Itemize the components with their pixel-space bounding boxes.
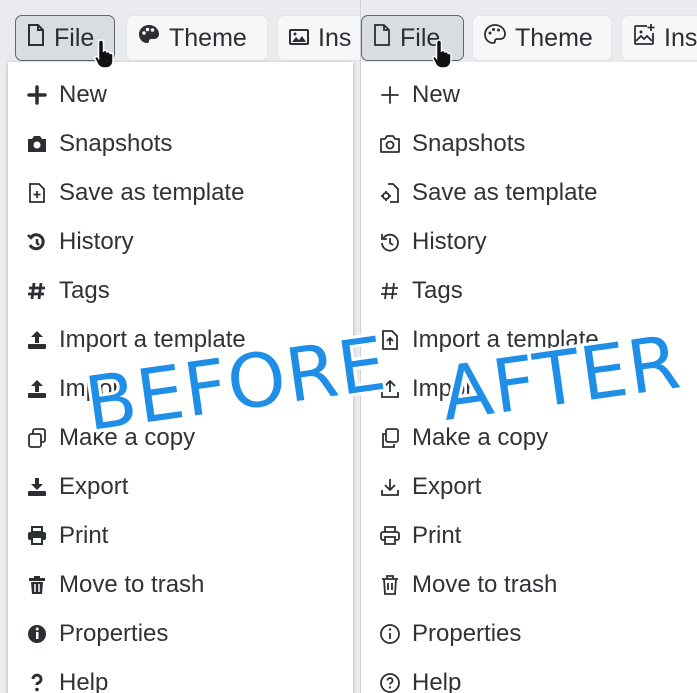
palette-icon (483, 23, 507, 54)
hashtag-icon (378, 279, 402, 303)
menu-item-tags[interactable]: Tags (8, 270, 353, 312)
menu-item-label: Snapshots (59, 130, 173, 157)
theme-menu-label: Theme (169, 23, 247, 52)
file-icon (372, 23, 392, 53)
insert-menu-label: Ins (664, 23, 697, 52)
upload-icon (25, 328, 49, 352)
menu-item-tags[interactable]: Tags (361, 270, 697, 312)
download-icon (378, 475, 402, 499)
insert-menu-button[interactable]: Ins (621, 15, 697, 61)
menu-item-properties[interactable]: Properties (8, 613, 353, 655)
menu-item-label: Help (412, 669, 462, 693)
menu-item-snapshots[interactable]: Snapshots (361, 123, 697, 165)
menu-item-label: Export (412, 473, 482, 500)
trash-icon (378, 573, 402, 597)
hand-cursor-icon (94, 39, 114, 69)
menu-item-save-as-template[interactable]: Save as template (361, 172, 697, 214)
menu-item-label: New (412, 81, 461, 108)
menu-item-properties[interactable]: Properties (361, 613, 697, 655)
menu-item-label: Export (59, 473, 129, 500)
menu-item-help[interactable]: Help (361, 662, 697, 693)
menu-item-help[interactable]: Help (8, 662, 353, 693)
menu-item-label: History (412, 228, 487, 255)
menu-item-history[interactable]: History (361, 221, 697, 263)
toolbar: File Theme Ins (0, 0, 360, 62)
menu-item-export[interactable]: Export (8, 466, 353, 508)
theme-menu-button[interactable]: Theme (472, 15, 612, 61)
file-icon (26, 23, 46, 53)
menu-item-label: Move to trash (59, 571, 205, 598)
menu-item-label: History (59, 228, 134, 255)
menu-item-save-as-template[interactable]: Save as template (8, 172, 353, 214)
file-plus-icon (25, 181, 49, 205)
menu-item-label: Help (59, 669, 109, 693)
trash-icon (25, 573, 49, 597)
menu-item-label: Print (59, 522, 109, 549)
insert-menu-button[interactable]: Ins (277, 15, 360, 61)
insert-menu-label: Ins (318, 23, 352, 52)
file-menu-label: File (54, 23, 95, 52)
copy-icon (378, 426, 402, 450)
plus-icon (25, 83, 49, 107)
upload-icon (25, 377, 49, 401)
menu-item-print[interactable]: Print (361, 515, 697, 557)
theme-menu-label: Theme (515, 23, 593, 52)
menu-item-label: Print (412, 522, 462, 549)
printer-icon (378, 524, 402, 548)
image-icon (288, 24, 310, 53)
menu-item-print[interactable]: Print (8, 515, 353, 557)
download-icon (25, 475, 49, 499)
question-icon (378, 671, 402, 693)
copy-icon (25, 426, 49, 450)
menu-item-label: Tags (412, 277, 463, 304)
menu-item-label: Properties (59, 620, 169, 647)
history-icon (25, 230, 49, 254)
palette-icon (137, 23, 161, 54)
hashtag-icon (25, 279, 49, 303)
menu-item-move-to-trash[interactable]: Move to trash (361, 564, 697, 606)
plus-icon (378, 83, 402, 107)
history-icon (378, 230, 402, 254)
menu-item-history[interactable]: History (8, 221, 353, 263)
menu-item-label: New (59, 81, 108, 108)
theme-menu-button[interactable]: Theme (126, 15, 268, 61)
menu-item-new[interactable]: New (361, 74, 697, 116)
file-settings-icon (378, 181, 402, 205)
menu-item-move-to-trash[interactable]: Move to trash (8, 564, 353, 606)
camera-icon (25, 132, 49, 156)
menu-item-label: Snapshots (412, 130, 526, 157)
menu-item-label: Move to trash (412, 571, 558, 598)
printer-icon (25, 524, 49, 548)
question-icon (25, 671, 49, 693)
menu-item-new[interactable]: New (8, 74, 353, 116)
hand-cursor-icon (432, 39, 452, 69)
menu-item-label: Properties (412, 620, 522, 647)
menu-item-label: Tags (59, 277, 110, 304)
menu-item-export[interactable]: Export (361, 466, 697, 508)
menu-item-snapshots[interactable]: Snapshots (8, 123, 353, 165)
image-plus-icon (632, 23, 656, 54)
toolbar: File Theme Ins (361, 0, 697, 62)
info-icon (378, 622, 402, 646)
menu-item-label: Save as template (412, 179, 598, 206)
menu-item-label: Save as template (59, 179, 245, 206)
info-icon (25, 622, 49, 646)
camera-icon (378, 132, 402, 156)
